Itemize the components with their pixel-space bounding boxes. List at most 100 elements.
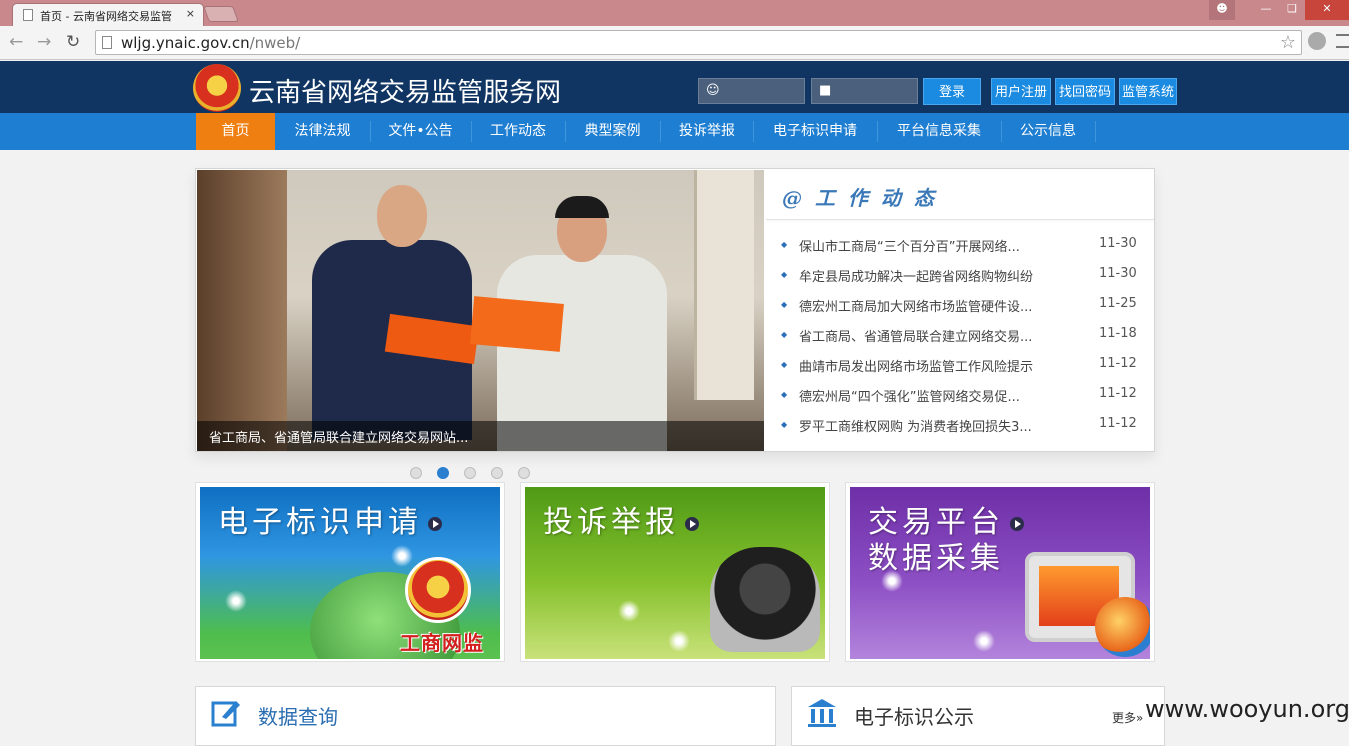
nav-home[interactable]: 首页 xyxy=(196,113,275,150)
news-item-title[interactable]: 德宏州工商局加大网络市场监管硬件设... xyxy=(799,296,1032,315)
e-label-public-title: 电子标识公示 xyxy=(854,705,974,729)
news-item[interactable]: ◆ 牟定县局成功解决一起跨省网络购物纠纷 11-30 xyxy=(781,266,1141,286)
news-item[interactable]: ◆ 省工商局、省通管局联合建立网络交易... 11-18 xyxy=(781,326,1141,346)
platform-data-card[interactable]: 交易平台 数据采集 xyxy=(845,482,1155,662)
slider-dot[interactable] xyxy=(410,467,422,479)
news-item-date: 11-12 xyxy=(1099,416,1137,431)
bullet-icon: ◆ xyxy=(781,240,788,249)
card-title: 投诉举报 xyxy=(543,505,699,541)
emblem-seal-icon xyxy=(405,557,471,623)
e-label-apply-card[interactable]: 工商网监 电子标识申请 xyxy=(195,482,505,662)
card-banner: 投诉举报 xyxy=(525,487,825,659)
bank-building-icon xyxy=(808,699,836,727)
news-item-title[interactable]: 德宏州局“四个强化”监管网络交易促... xyxy=(799,386,1020,405)
site-title: 云南省网络交易监管服务网 xyxy=(249,78,562,108)
username-input[interactable]: ☺ xyxy=(698,78,805,104)
news-item-title[interactable]: 罗平工商维权网购 为消费者挽回损失3... xyxy=(799,416,1032,435)
nav-public-info[interactable]: 公示信息 xyxy=(1002,113,1094,150)
card-title-text: 投诉举报 xyxy=(543,505,679,540)
sparkle xyxy=(665,627,693,655)
restore-icon[interactable]: ❏ xyxy=(1279,0,1305,20)
slider-photo[interactable]: 省工商局、省通管局联合建立网络交易网站... xyxy=(197,170,764,451)
card-title-text: 电子标识申请 xyxy=(218,505,422,540)
news-item[interactable]: ◆ 德宏州局“四个强化”监管网络交易促... 11-12 xyxy=(781,386,1141,406)
user-profile-icon[interactable]: ☻ xyxy=(1209,0,1235,20)
edit-icon xyxy=(211,701,240,727)
register-button[interactable]: 用户注册 xyxy=(991,78,1051,105)
browser-menu-icon[interactable] xyxy=(1336,34,1349,48)
work-news-panel: @ 工 作 动 态 ◆ 保山市工商局“三个百分百”开展网络... 11-30 ◆ 牟定县… xyxy=(766,170,1154,451)
lock-icon: ■ xyxy=(819,83,832,98)
login-button[interactable]: 登录 xyxy=(923,78,981,105)
slider-dot[interactable] xyxy=(491,467,503,479)
page-icon xyxy=(102,36,112,49)
card-title: 交易平台 数据采集 xyxy=(868,505,1024,577)
main-nav: 首页 法律法规 文件•公告 工作动态 典型案例 投诉举报 电子标识申请 平台信息… xyxy=(0,113,1349,150)
slider-dot[interactable] xyxy=(464,467,476,479)
nav-platform-info[interactable]: 平台信息采集 xyxy=(878,113,1000,150)
news-item-title[interactable]: 曲靖市局发出网络市场监管工作风险提示 xyxy=(799,356,1033,375)
browser-toolbar: ← → ↻ wljg.ynaic.gov.cn/nweb/ ☆ xyxy=(0,26,1349,60)
news-item-date: 11-30 xyxy=(1099,266,1137,281)
photo-person-left-head xyxy=(377,185,427,247)
bookmark-star-icon[interactable]: ☆ xyxy=(1280,32,1296,53)
news-item[interactable]: ◆ 保山市工商局“三个百分百”开展网络... 11-30 xyxy=(781,236,1141,256)
nav-cases[interactable]: 典型案例 xyxy=(566,113,659,150)
sparkle xyxy=(222,587,250,615)
new-tab-button[interactable] xyxy=(203,6,239,22)
nav-work-news[interactable]: 工作动态 xyxy=(472,113,564,150)
card-banner: 交易平台 数据采集 xyxy=(850,487,1150,659)
nav-divider xyxy=(1095,121,1096,142)
nav-e-label-apply[interactable]: 电子标识申请 xyxy=(754,113,876,150)
more-link[interactable]: 更多» xyxy=(1112,709,1143,726)
news-divider xyxy=(766,219,1154,220)
window-controls: ☻ — ❏ ✕ xyxy=(1209,0,1349,20)
data-query-title[interactable]: 数据查询 xyxy=(258,701,338,730)
slider-dot[interactable] xyxy=(437,467,449,479)
news-item-date: 11-18 xyxy=(1099,326,1137,341)
play-icon xyxy=(685,516,699,531)
minimize-icon[interactable]: — xyxy=(1253,0,1279,20)
news-item[interactable]: ◆ 德宏州工商局加大网络市场监管硬件设... 11-25 xyxy=(781,296,1141,316)
photo-window xyxy=(694,170,754,400)
news-item-date: 11-30 xyxy=(1099,236,1137,251)
slider-dot[interactable] xyxy=(518,467,530,479)
tab-close-icon[interactable]: × xyxy=(186,7,195,20)
close-window-icon[interactable]: ✕ xyxy=(1305,0,1349,20)
browser-tab[interactable]: 首页 - 云南省网络交易监管 × xyxy=(12,3,204,26)
news-item[interactable]: ◆ 曲靖市局发出网络市场监管工作风险提示 11-12 xyxy=(781,356,1141,376)
bullet-icon: ◆ xyxy=(781,390,788,399)
play-icon xyxy=(428,516,442,531)
forward-icon[interactable]: → xyxy=(37,32,51,52)
back-icon[interactable]: ← xyxy=(9,32,23,52)
nav-notices[interactable]: 文件•公告 xyxy=(371,113,470,150)
tab-title: 首页 - 云南省网络交易监管 xyxy=(40,10,172,23)
news-item-title[interactable]: 牟定县局成功解决一起跨省网络购物纠纷 xyxy=(799,266,1033,285)
supervision-system-button[interactable]: 监管系统 xyxy=(1119,78,1177,105)
password-input[interactable]: ■ xyxy=(811,78,918,104)
recover-password-button[interactable]: 找回密码 xyxy=(1055,78,1115,105)
bullet-icon: ◆ xyxy=(781,420,788,429)
photo-person-right-hair xyxy=(555,196,609,218)
news-item-date: 11-25 xyxy=(1099,296,1137,311)
slider-caption-bar: 省工商局、省通管局联合建立网络交易网站... xyxy=(197,421,764,451)
news-item-title[interactable]: 保山市工商局“三个百分百”开展网络... xyxy=(799,236,1020,255)
bullet-icon: ◆ xyxy=(781,360,788,369)
news-item-title[interactable]: 省工商局、省通管局联合建立网络交易... xyxy=(799,326,1032,345)
address-bar[interactable]: wljg.ynaic.gov.cn/nweb/ ☆ xyxy=(95,30,1302,55)
card-banner: 工商网监 电子标识申请 xyxy=(200,487,500,659)
complaint-card[interactable]: 投诉举报 xyxy=(520,482,830,662)
photo-document-right xyxy=(470,296,564,352)
user-icon: ☺ xyxy=(706,83,720,98)
slider-caption[interactable]: 省工商局、省通管局联合建立网络交易网站... xyxy=(209,427,468,446)
national-emblem-icon xyxy=(193,64,241,112)
orange-globe-graphic xyxy=(1095,597,1150,657)
nav-laws[interactable]: 法律法规 xyxy=(276,113,369,150)
url-text: wljg.ynaic.gov.cn/nweb/ xyxy=(121,34,301,52)
extension-globe-icon[interactable] xyxy=(1308,32,1326,50)
nav-complaints[interactable]: 投诉举报 xyxy=(661,113,753,150)
telephone-graphic xyxy=(710,547,820,652)
reload-icon[interactable]: ↻ xyxy=(66,32,80,52)
sparkle xyxy=(970,627,998,655)
news-item[interactable]: ◆ 罗平工商维权网购 为消费者挽回损失3... 11-12 xyxy=(781,416,1141,436)
